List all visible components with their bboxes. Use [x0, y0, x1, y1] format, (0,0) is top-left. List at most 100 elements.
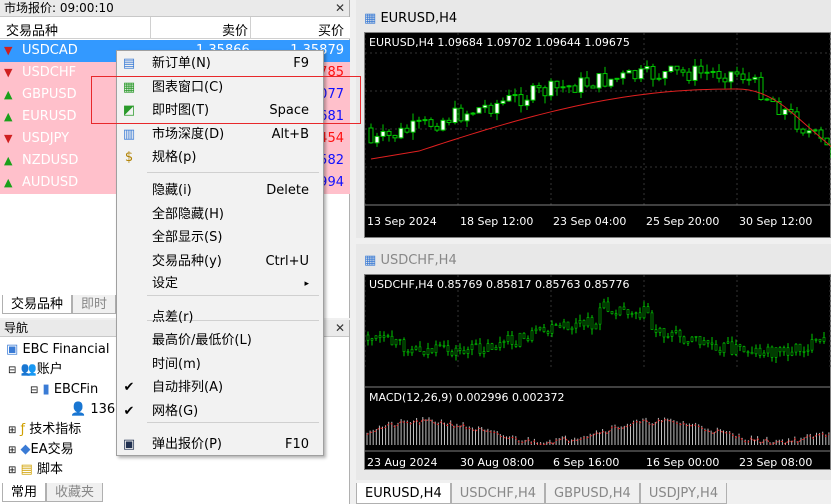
- menu-item[interactable]: 时间(m): [117, 354, 323, 376]
- candle: [558, 325, 562, 328]
- menu-item[interactable]: ▥ 市场深度(D) Alt+B: [117, 124, 323, 146]
- candle: [440, 119, 446, 131]
- chart-tab-gbpusd[interactable]: GBPUSD,H4: [545, 483, 640, 504]
- close-icon[interactable]: ✕: [335, 0, 345, 17]
- chart-window-title[interactable]: ▦ USDCHF,H4: [364, 250, 457, 272]
- col-symbol[interactable]: 交易品种: [6, 20, 58, 39]
- candle: [598, 307, 602, 325]
- menu-item[interactable]: ✔ 网格(G): [117, 401, 323, 423]
- chart-tab-eurusd[interactable]: EURUSD,H4: [356, 483, 451, 504]
- candle: [764, 98, 770, 101]
- usdchf-chart[interactable]: USDCHF,H4 0.85769 0.85817 0.85763 0.8577…: [364, 274, 831, 470]
- candle: [366, 334, 370, 341]
- candle: [790, 351, 794, 356]
- candle: [656, 77, 662, 80]
- chart-info-text: USDCHF,H4 0.85769 0.85817 0.85763 0.8577…: [369, 278, 630, 291]
- tab-common[interactable]: 常用: [2, 483, 47, 502]
- menu-item[interactable]: 交易品种(y) Ctrl+U: [117, 251, 323, 273]
- candle: [630, 313, 634, 315]
- expert-icon: ◆: [20, 442, 31, 457]
- chart-tab-usdchf[interactable]: USDCHF,H4: [450, 483, 546, 504]
- menu-item[interactable]: 隐藏(i) Delete: [117, 180, 323, 202]
- nav-indicators-label: 技术指标: [29, 422, 82, 437]
- candle: [706, 340, 710, 344]
- candle: [578, 320, 582, 324]
- navigator-tabs: 常用 收藏夹: [2, 483, 104, 502]
- candle: [478, 343, 482, 354]
- candle: [714, 344, 718, 351]
- row-symbol: AUDUSD: [22, 175, 79, 190]
- candle: [746, 351, 750, 354]
- indicator-icon: ƒ: [20, 422, 26, 437]
- market-watch-title: 市场报价: 09:00:10 ✕: [0, 0, 349, 17]
- candle: [754, 347, 758, 355]
- menu-item[interactable]: 全部隐藏(H): [117, 204, 323, 226]
- candle: [694, 335, 698, 338]
- candle: [386, 130, 392, 136]
- menu-item[interactable]: ▤ 新订单(N) F9: [117, 53, 323, 75]
- nav-broker[interactable]: ▣ EBC Financial: [6, 340, 109, 360]
- candle: [542, 87, 548, 97]
- depth-icon: ▥: [122, 127, 136, 142]
- menu-item-label: 隐藏(i): [152, 183, 192, 198]
- chart-window-title[interactable]: ▦ EURUSD,H4: [364, 8, 457, 30]
- nav-scripts[interactable]: ⊞ ▤ 脚本: [8, 460, 63, 480]
- chart-tabs: EURUSD,H4 USDCHF,H4 GBPUSD,H4 USDJPY,H4: [356, 483, 728, 504]
- col-ask[interactable]: 买价: [318, 20, 344, 39]
- col-bid[interactable]: 卖价: [222, 20, 248, 39]
- market-watch-tabs: 交易品种 即时: [2, 295, 117, 314]
- candle: [494, 346, 498, 350]
- candle: [458, 107, 464, 122]
- eurusd-chart[interactable]: EURUSD,H4 1.09684 1.09702 1.09644 1.0967…: [364, 32, 831, 238]
- menu-item[interactable]: 最高价/最低价(L): [117, 330, 323, 352]
- candle: [698, 65, 704, 74]
- menu-item[interactable]: ✔ 自动排列(A): [117, 377, 323, 399]
- candle: [514, 344, 518, 347]
- candle: [542, 327, 546, 332]
- menu-item[interactable]: 点差(r): [117, 307, 323, 329]
- candle: [704, 71, 710, 74]
- chart-tab-usdjpy[interactable]: USDJPY,H4: [639, 483, 728, 504]
- tab-symbols[interactable]: 交易品种: [2, 295, 73, 314]
- nav-account-label: 136: [90, 402, 116, 417]
- candle: [398, 339, 402, 341]
- candle: [462, 350, 466, 354]
- candle: [610, 310, 614, 314]
- candle: [686, 340, 690, 344]
- nav-accounts[interactable]: ⊟ 👥账户: [8, 360, 63, 380]
- candle: [434, 344, 438, 353]
- nav-indicators[interactable]: ⊞ ƒ 技术指标: [8, 420, 81, 440]
- candle: [626, 70, 632, 74]
- candle: [782, 347, 786, 353]
- close-icon[interactable]: ✕: [335, 320, 345, 337]
- nav-account-number[interactable]: 👤 136: [70, 400, 115, 420]
- menu-item-label: 全部隐藏(H): [152, 207, 224, 222]
- candle: [746, 78, 752, 81]
- candle: [398, 127, 404, 139]
- candle: [530, 330, 534, 341]
- nav-experts[interactable]: ⊞ ◆EA交易: [8, 440, 74, 460]
- x-tick-label: 16 Sep 00:00: [646, 456, 719, 469]
- menu-item[interactable]: 设定 ▸: [117, 273, 323, 295]
- candle: [446, 345, 450, 352]
- menu-item-label: 新订单(N): [152, 56, 211, 71]
- candle: [466, 349, 470, 354]
- candle: [410, 349, 414, 354]
- tab-favorites[interactable]: 收藏夹: [46, 483, 104, 502]
- candle: [614, 313, 618, 316]
- menu-item-shortcut: Ctrl+U: [265, 254, 309, 269]
- x-tick-label: 18 Sep 12:00: [460, 215, 533, 228]
- navigator-title-text: 导航: [4, 321, 29, 335]
- candle: [536, 85, 542, 89]
- menu-item[interactable]: $ 规格(p): [117, 147, 323, 169]
- candle: [798, 343, 802, 352]
- menu-item-label: 全部显示(S): [152, 230, 223, 245]
- tab-tick[interactable]: 即时: [72, 295, 117, 314]
- nav-account-server[interactable]: ⊟ ▮ EBCFin: [30, 380, 98, 400]
- menu-item[interactable]: 全部显示(S): [117, 227, 323, 249]
- candle: [464, 113, 470, 122]
- candle: [522, 332, 526, 339]
- candle: [512, 94, 518, 97]
- candle: [386, 335, 390, 338]
- menu-item[interactable]: ▣ 弹出报价(P) F10: [117, 434, 323, 456]
